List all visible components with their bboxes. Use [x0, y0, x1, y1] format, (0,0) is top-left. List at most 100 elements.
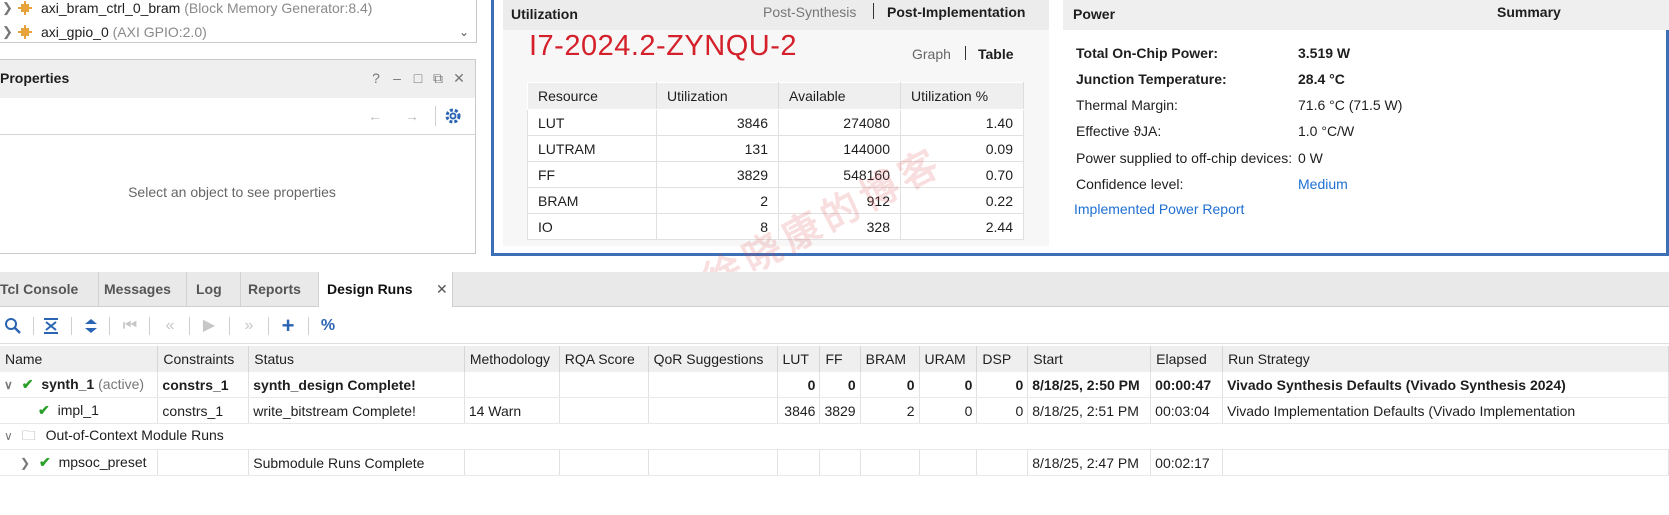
expand-all-icon[interactable] — [81, 316, 101, 336]
utilization-title: Utilization — [511, 6, 578, 22]
tab-log[interactable]: Log — [188, 272, 241, 306]
toolbar-divider — [71, 317, 72, 335]
elapsed-cell: 00:00:47 — [1150, 372, 1224, 398]
column-header[interactable]: LUT — [777, 346, 821, 372]
chevron-down-icon[interactable]: ∨ — [4, 378, 13, 392]
maximize-icon[interactable]: □ — [410, 70, 426, 86]
chevron-down-icon[interactable]: ∨ — [4, 429, 13, 443]
column-header[interactable]: DSP — [976, 346, 1029, 372]
next-icon[interactable]: » — [239, 316, 259, 336]
back-arrow-icon[interactable]: ← — [365, 106, 385, 126]
folder-icon: 🗀 — [21, 426, 36, 443]
strategy-cell — [1222, 449, 1669, 476]
scroll-down-icon[interactable]: ⌄ — [456, 22, 472, 42]
chevron-right-icon[interactable]: ❯ — [2, 0, 13, 19]
table-row[interactable]: ✔ impl_1 constrs_1 write_bitstream Compl… — [0, 397, 1669, 424]
methodology-cell[interactable]: 14 Warn — [464, 397, 560, 424]
tab-messages[interactable]: Messages — [96, 272, 187, 306]
available-cell: 274080 — [778, 109, 901, 136]
group-label: Out-of-Context Module Runs — [45, 426, 224, 443]
table-header-row: Resource Utilization Available Utilizati… — [527, 82, 1024, 110]
close-icon[interactable]: ✕ — [451, 70, 467, 86]
strategy-cell: Vivado Synthesis Defaults (Vivado Synthe… — [1222, 372, 1669, 398]
run-name-cell: ∨ ✔ synth_1 (active) — [0, 372, 159, 398]
column-header[interactable]: FF — [819, 346, 861, 372]
percent-cell: 2.44 — [900, 213, 1024, 240]
status-cell: Submodule Runs Complete — [248, 449, 465, 476]
first-icon[interactable]: ⏮ — [120, 316, 140, 336]
help-icon[interactable]: ? — [368, 70, 384, 86]
group-row[interactable]: ∨ 🗀 Out-of-Context Module Runs — [0, 423, 1669, 450]
confidence-level-link[interactable]: Medium — [1298, 176, 1348, 192]
close-tab-icon[interactable]: ✕ — [436, 282, 448, 296]
table-row[interactable]: ∨ ✔ synth_1 (active) constrs_1 synth_des… — [0, 372, 1669, 398]
column-header[interactable]: Constraints — [157, 346, 250, 372]
total-power-label: Total On-Chip Power: — [1076, 45, 1219, 61]
tree-item-meta: (Block Memory Generator:8.4) — [184, 0, 373, 16]
dsp-cell: 0 — [976, 397, 1029, 424]
gear-icon[interactable] — [443, 106, 463, 126]
collapse-all-icon[interactable] — [41, 316, 61, 336]
group-cell: ∨ 🗀 Out-of-Context Module Runs — [0, 423, 1669, 450]
column-header[interactable]: RQA Score — [559, 346, 649, 372]
chevron-right-icon[interactable]: ❯ — [2, 21, 13, 42]
column-header[interactable]: Elapsed — [1150, 346, 1224, 372]
view-graph-toggle[interactable]: Graph — [912, 46, 951, 62]
tab-tcl-console[interactable]: Tcl Console — [0, 272, 99, 306]
minimize-icon[interactable]: – — [389, 70, 405, 86]
table-row[interactable]: LUT 3846 274080 1.40 — [527, 109, 1024, 136]
float-window-icon[interactable]: ⧉ — [430, 70, 446, 86]
column-header[interactable]: Utilization — [656, 82, 779, 110]
previous-icon[interactable]: « — [160, 316, 180, 336]
uram-cell: 0 — [919, 372, 978, 398]
chevron-right-icon[interactable]: ❯ — [20, 456, 30, 470]
check-icon: ✔ — [38, 402, 50, 418]
column-header[interactable]: Available — [778, 82, 901, 110]
column-header[interactable]: Run Strategy — [1222, 346, 1669, 372]
run-icon[interactable]: ▶ — [199, 316, 219, 336]
column-header[interactable]: Status — [248, 346, 465, 372]
add-icon[interactable]: + — [278, 315, 298, 337]
tree-item-name: axi_gpio_0 — [41, 24, 109, 40]
column-header[interactable]: BRAM — [860, 346, 920, 372]
dsp-cell — [976, 449, 1029, 476]
theta-ja-value: 1.0 °C/W — [1298, 123, 1355, 139]
table-row[interactable]: LUTRAM 131 144000 0.09 — [527, 135, 1024, 162]
table-row[interactable]: ❯ ✔ mpsoc_preset Submodule Runs Complete… — [0, 449, 1669, 476]
constraints-cell: constrs_1 — [157, 372, 250, 398]
column-header[interactable]: Start — [1027, 346, 1152, 372]
power-report-link[interactable]: Implemented Power Report — [1074, 201, 1244, 217]
tab-design-runs[interactable]: Design Runs — [319, 272, 453, 307]
utilization-cell: 3846 — [656, 109, 779, 136]
dsp-cell: 0 — [976, 372, 1029, 398]
tab-post-implementation[interactable]: Post-Implementation — [887, 4, 1025, 20]
tab-post-synthesis[interactable]: Post-Synthesis — [763, 4, 856, 20]
part-name: I7-2024.2-ZYNQU-2 — [529, 30, 797, 62]
bram-cell: 2 — [860, 397, 920, 424]
check-icon: ✔ — [38, 454, 51, 470]
column-header[interactable]: URAM — [919, 346, 978, 372]
ff-cell — [819, 449, 861, 476]
run-name: synth_1 — [41, 376, 95, 392]
properties-toolbar: ← → — [0, 98, 475, 135]
column-header[interactable]: Name — [0, 346, 159, 372]
offchip-power-value: 0 W — [1298, 150, 1323, 166]
tab-reports[interactable]: Reports — [240, 272, 319, 306]
status-cell: synth_design Complete! — [248, 372, 465, 398]
search-icon[interactable] — [3, 316, 23, 336]
utilization-cell: 3829 — [656, 161, 779, 188]
percent-icon[interactable]: % — [318, 316, 338, 336]
column-header[interactable]: QoR Suggestions — [648, 346, 778, 372]
junction-temp-label: Junction Temperature: — [1076, 71, 1227, 87]
methodology-cell — [464, 372, 560, 398]
column-header[interactable]: Utilization % — [900, 82, 1024, 110]
run-name-cell: ❯ ✔ mpsoc_preset — [0, 449, 159, 476]
forward-arrow-icon[interactable]: → — [402, 106, 422, 126]
column-header[interactable]: Resource — [527, 82, 657, 110]
view-table-toggle[interactable]: Table — [978, 46, 1014, 62]
uram-cell: 0 — [919, 397, 978, 424]
column-header[interactable]: Methodology — [464, 346, 560, 372]
check-icon: ✔ — [21, 376, 34, 392]
power-summary-tab[interactable]: Summary — [1497, 4, 1561, 20]
resource-cell: LUTRAM — [527, 135, 657, 162]
